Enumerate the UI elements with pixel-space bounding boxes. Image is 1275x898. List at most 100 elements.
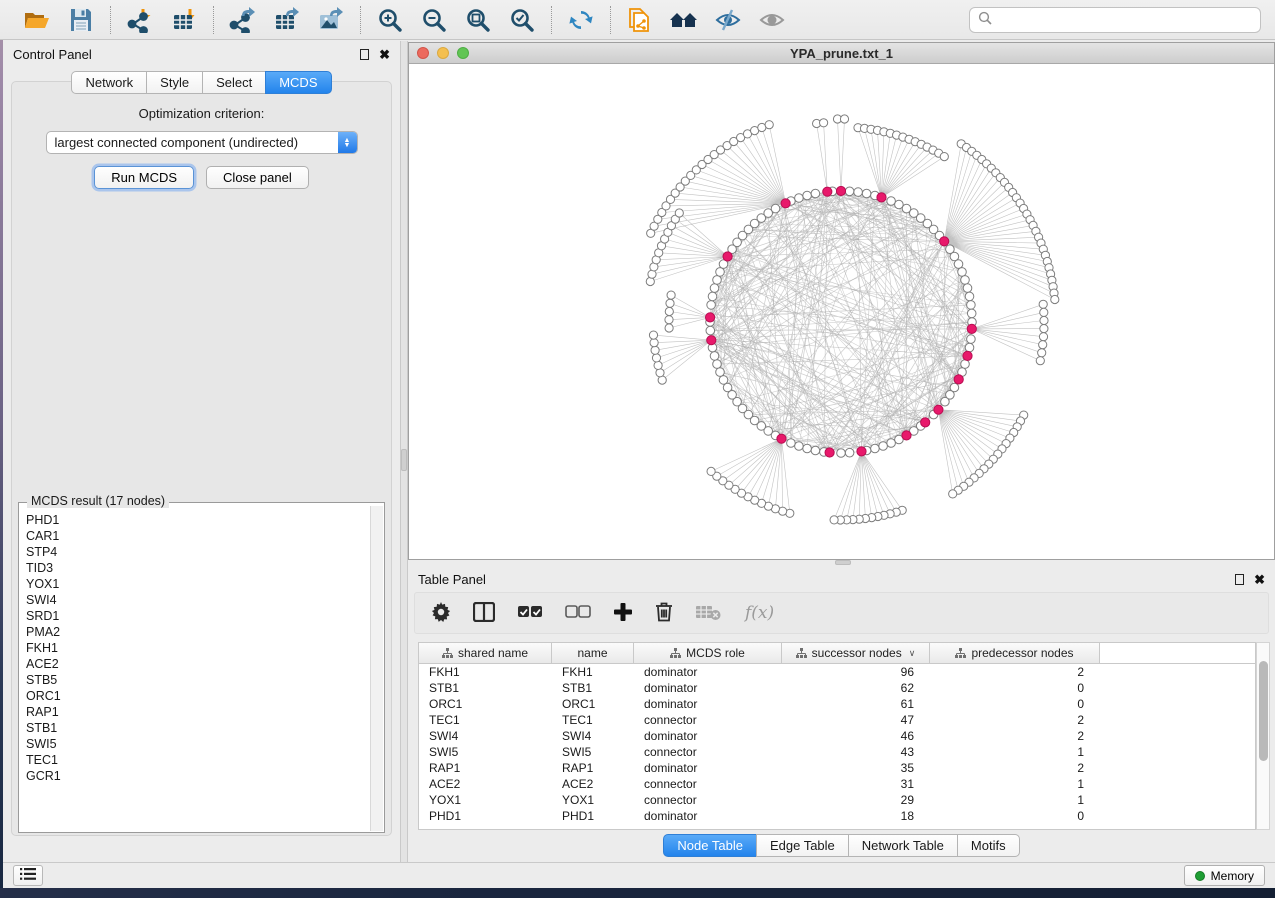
graph-node[interactable] — [710, 352, 719, 361]
graph-leaf-node[interactable] — [650, 339, 658, 347]
gear-button[interactable] — [431, 602, 451, 625]
table-row[interactable]: FKH1FKH1dominator962 — [419, 664, 1255, 680]
graph-hub-node[interactable] — [967, 324, 976, 333]
graph-node[interactable] — [963, 284, 972, 293]
graph-node[interactable] — [710, 284, 719, 293]
table-cell[interactable]: 1 — [930, 745, 1100, 759]
table-cell[interactable]: TEC1 — [552, 713, 634, 727]
graph-leaf-node[interactable] — [1039, 341, 1047, 349]
table-cell[interactable]: PHD1 — [552, 809, 634, 823]
table-scrollbar[interactable] — [1256, 642, 1270, 830]
table-cell[interactable]: SWI5 — [552, 745, 634, 759]
graph-leaf-node[interactable] — [949, 490, 957, 498]
zoom-in-button[interactable] — [375, 5, 405, 35]
column-header-shared-name[interactable]: shared name — [419, 643, 552, 663]
mcds-result-item[interactable]: SWI4 — [26, 592, 370, 608]
graph-hub-node[interactable] — [707, 336, 716, 345]
table-cell[interactable]: connector — [634, 793, 782, 807]
graph-node[interactable] — [771, 204, 780, 213]
graph-node[interactable] — [958, 268, 967, 277]
graph-leaf-node[interactable] — [820, 119, 828, 127]
table-cell[interactable]: ORC1 — [419, 697, 552, 711]
tab-mcds[interactable]: MCDS — [265, 71, 331, 94]
memory-button[interactable]: Memory — [1184, 865, 1265, 886]
graph-node[interactable] — [707, 301, 716, 310]
graph-node[interactable] — [795, 442, 804, 451]
delete-column-button[interactable] — [655, 601, 673, 625]
table-cell[interactable]: 62 — [782, 681, 930, 695]
graph-node[interactable] — [845, 448, 854, 457]
split-panel-button[interactable] — [473, 602, 495, 625]
graph-node[interactable] — [803, 444, 812, 453]
eye-button[interactable] — [757, 5, 787, 35]
refresh-button[interactable] — [566, 5, 596, 35]
table-row[interactable]: SWI4SWI4dominator462 — [419, 728, 1255, 744]
table-cell[interactable]: ORC1 — [552, 697, 634, 711]
mcds-result-item[interactable]: FKH1 — [26, 640, 370, 656]
export-table-button[interactable] — [272, 5, 302, 35]
tab-style[interactable]: Style — [146, 71, 202, 94]
optimization-criterion-select[interactable]: largest connected component (undirected)… — [46, 131, 358, 154]
graph-node[interactable] — [716, 268, 725, 277]
table-cell[interactable]: FKH1 — [419, 665, 552, 679]
graph-node[interactable] — [713, 360, 722, 369]
close-table-panel-icon[interactable]: ✖ — [1254, 573, 1265, 586]
graph-hub-node[interactable] — [836, 186, 845, 195]
close-panel-button[interactable]: Close panel — [206, 166, 309, 189]
graph-leaf-node[interactable] — [649, 331, 657, 339]
table-cell[interactable]: TEC1 — [419, 713, 552, 727]
table-row[interactable]: ACE2ACE2connector311 — [419, 776, 1255, 792]
table-cell[interactable]: YOX1 — [552, 793, 634, 807]
graph-node[interactable] — [879, 442, 888, 451]
graph-leaf-node[interactable] — [1040, 316, 1048, 324]
table-cell[interactable]: 0 — [930, 697, 1100, 711]
document-network-button[interactable] — [625, 5, 655, 35]
save-button[interactable] — [66, 5, 96, 35]
graph-leaf-node[interactable] — [1036, 357, 1044, 365]
table-cell[interactable]: dominator — [634, 761, 782, 775]
deselect-all-button[interactable] — [565, 605, 591, 622]
tab-motifs[interactable]: Motifs — [957, 834, 1020, 857]
graph-node[interactable] — [803, 191, 812, 200]
graph-leaf-node[interactable] — [1051, 295, 1059, 303]
graph-leaf-node[interactable] — [1039, 333, 1047, 341]
graph-node[interactable] — [811, 446, 820, 455]
mcds-result-item[interactable]: PMA2 — [26, 624, 370, 640]
table-cell[interactable]: dominator — [634, 665, 782, 679]
graph-hub-node[interactable] — [954, 375, 963, 384]
graph-hub-node[interactable] — [902, 431, 911, 440]
table-cell[interactable]: SWI4 — [419, 729, 552, 743]
table-cell[interactable]: ACE2 — [552, 777, 634, 791]
table-cell[interactable]: 1 — [930, 777, 1100, 791]
graph-node[interactable] — [967, 301, 976, 310]
graph-leaf-node[interactable] — [651, 346, 659, 354]
mcds-result-item[interactable]: ACE2 — [26, 656, 370, 672]
mcds-result-item[interactable]: TID3 — [26, 560, 370, 576]
network-window-titlebar[interactable]: YPA_prune.txt_1 — [409, 43, 1274, 64]
graph-hub-node[interactable] — [921, 418, 930, 427]
tab-network[interactable]: Network — [71, 71, 146, 94]
graph-node[interactable] — [887, 197, 896, 206]
graph-hub-node[interactable] — [777, 434, 786, 443]
float-table-panel-icon[interactable] — [1235, 574, 1244, 585]
table-cell[interactable]: 29 — [782, 793, 930, 807]
table-cell[interactable]: 47 — [782, 713, 930, 727]
graph-hub-node[interactable] — [781, 199, 790, 208]
graph-node[interactable] — [716, 368, 725, 377]
zoom-selected-button[interactable] — [507, 5, 537, 35]
float-panel-icon[interactable] — [360, 49, 369, 60]
table-cell[interactable]: dominator — [634, 697, 782, 711]
graph-leaf-node[interactable] — [665, 324, 673, 332]
graph-leaf-node[interactable] — [667, 291, 675, 299]
zoom-fit-button[interactable] — [463, 5, 493, 35]
zoom-out-button[interactable] — [419, 5, 449, 35]
table-cell[interactable]: ACE2 — [419, 777, 552, 791]
column-header-predecessor-nodes[interactable]: predecessor nodes — [930, 643, 1100, 663]
graph-node[interactable] — [854, 188, 863, 197]
graph-node[interactable] — [961, 276, 970, 285]
network-graph[interactable] — [409, 64, 1274, 559]
tab-node-table[interactable]: Node Table — [663, 834, 756, 857]
graph-hub-node[interactable] — [963, 351, 972, 360]
graph-node[interactable] — [965, 343, 974, 352]
graph-leaf-node[interactable] — [707, 467, 715, 475]
